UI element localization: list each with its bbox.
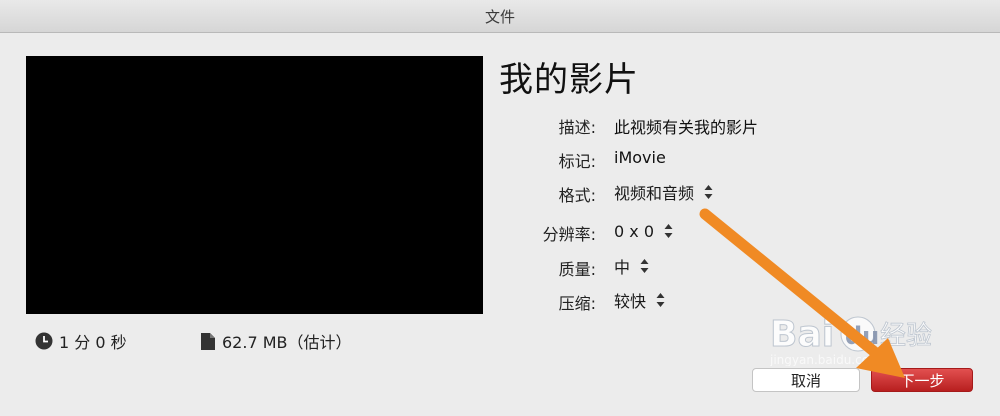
annotation-arrow [699, 208, 905, 378]
